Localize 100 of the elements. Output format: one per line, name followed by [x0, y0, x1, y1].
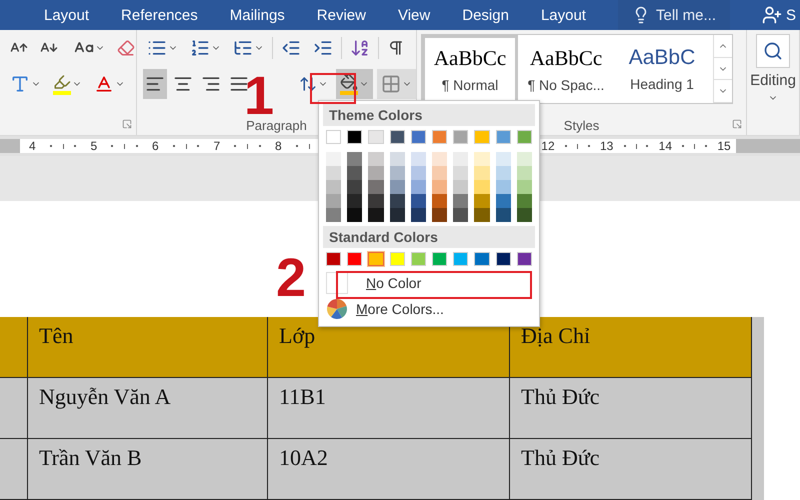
color-swatch[interactable] — [432, 194, 448, 208]
color-swatch[interactable] — [410, 208, 426, 222]
color-swatch[interactable] — [410, 252, 426, 266]
color-swatch[interactable] — [347, 180, 362, 194]
dialog-launcher-icon[interactable] — [732, 119, 742, 129]
color-swatch[interactable] — [474, 208, 490, 222]
color-swatch[interactable] — [516, 194, 532, 208]
no-color-option[interactable]: No Color — [366, 275, 422, 291]
color-swatch[interactable] — [390, 180, 405, 194]
color-swatch[interactable] — [326, 166, 342, 180]
color-swatch[interactable] — [326, 194, 342, 208]
ruler-marker — [736, 139, 800, 153]
share-button[interactable]: S — [762, 5, 800, 25]
color-swatch[interactable] — [453, 194, 468, 208]
color-swatch[interactable] — [432, 252, 448, 266]
color-swatch[interactable] — [368, 194, 384, 208]
color-swatch[interactable] — [496, 194, 511, 208]
table-cell: 11B1 — [268, 378, 510, 439]
color-swatch[interactable] — [368, 252, 384, 266]
color-swatch[interactable] — [496, 252, 511, 266]
color-swatch[interactable] — [347, 194, 362, 208]
more-colors-option[interactable]: More Colors... — [356, 301, 444, 317]
color-swatch[interactable] — [390, 152, 405, 166]
color-swatch[interactable] — [410, 130, 426, 144]
color-swatch[interactable] — [453, 252, 468, 266]
color-swatch[interactable] — [326, 252, 342, 266]
color-swatch[interactable] — [326, 130, 342, 144]
color-swatch[interactable] — [368, 180, 384, 194]
color-swatch[interactable] — [368, 152, 384, 166]
color-swatch[interactable] — [516, 130, 532, 144]
table-cell: Thủ Đức — [510, 439, 752, 500]
color-swatch[interactable] — [432, 130, 448, 144]
color-swatch[interactable] — [453, 152, 468, 166]
color-swatch[interactable] — [496, 166, 511, 180]
color-swatch[interactable] — [474, 252, 490, 266]
color-swatch[interactable] — [410, 194, 426, 208]
color-swatch[interactable] — [432, 208, 448, 222]
color-swatch[interactable] — [453, 130, 468, 144]
color-swatch[interactable] — [368, 130, 384, 144]
color-swatch[interactable] — [474, 180, 490, 194]
color-swatch[interactable] — [474, 152, 490, 166]
borders-button[interactable] — [377, 69, 416, 99]
color-swatch[interactable] — [390, 208, 405, 222]
color-swatch[interactable] — [516, 180, 532, 194]
ribbon-tab[interactable]: Mailings — [230, 4, 285, 26]
color-swatch[interactable] — [453, 166, 468, 180]
color-swatch[interactable] — [496, 152, 511, 166]
ribbon-tab[interactable]: References — [121, 4, 198, 26]
column-header: Tên — [28, 317, 268, 378]
ribbon-tab[interactable]: Review — [316, 4, 366, 26]
color-swatch[interactable] — [496, 208, 511, 222]
color-swatch[interactable] — [453, 208, 468, 222]
color-swatch[interactable] — [390, 166, 405, 180]
ribbon-tab[interactable]: Layout — [540, 4, 586, 26]
ruler-number: 13 — [600, 139, 614, 153]
color-swatch[interactable] — [474, 194, 490, 208]
dialog-launcher-icon[interactable] — [122, 119, 132, 129]
color-swatch[interactable] — [347, 208, 362, 222]
color-swatch[interactable] — [326, 180, 342, 194]
color-swatch[interactable] — [474, 130, 490, 144]
color-swatch[interactable] — [390, 194, 405, 208]
color-swatch[interactable] — [432, 152, 448, 166]
color-swatch[interactable] — [390, 130, 405, 144]
color-swatch[interactable] — [347, 152, 362, 166]
color-swatch[interactable] — [368, 208, 384, 222]
color-swatch[interactable] — [516, 208, 532, 222]
color-wheel-icon — [326, 298, 348, 320]
color-swatch[interactable] — [516, 152, 532, 166]
color-swatch[interactable] — [453, 180, 468, 194]
color-swatch[interactable] — [326, 208, 342, 222]
ruler-number: 14 — [658, 139, 672, 153]
color-swatch[interactable] — [516, 252, 532, 266]
ribbon-tab[interactable]: Design — [462, 4, 509, 26]
color-swatch[interactable] — [326, 152, 342, 166]
color-swatch[interactable] — [474, 166, 490, 180]
color-swatch[interactable] — [368, 166, 384, 180]
highlighter-icon — [53, 73, 71, 95]
color-swatch[interactable] — [347, 166, 362, 180]
style-option[interactable]: AaBbC Heading 1 — [614, 35, 710, 103]
color-swatch[interactable] — [432, 166, 448, 180]
color-swatch[interactable] — [390, 252, 405, 266]
ribbon-tab[interactable]: View — [398, 4, 430, 26]
table-cell: Nguyễn Văn A — [28, 378, 268, 439]
tell-me-field[interactable]: Tell me... — [618, 0, 730, 30]
color-swatch[interactable] — [496, 180, 511, 194]
color-swatch[interactable] — [410, 152, 426, 166]
color-swatch[interactable] — [347, 130, 362, 144]
editing-button[interactable]: Editing — [747, 30, 799, 103]
shading-button[interactable] — [336, 69, 373, 99]
color-swatch[interactable] — [432, 180, 448, 194]
color-swatch[interactable] — [496, 130, 511, 144]
align-left-button[interactable] — [143, 69, 167, 99]
style-option[interactable]: AaBbCc ¶ No Spac... — [518, 35, 614, 103]
color-swatch[interactable] — [410, 166, 426, 180]
color-swatch[interactable] — [347, 252, 362, 266]
ribbon-tab[interactable]: Layout — [44, 4, 90, 26]
menu-heading: Theme Colors — [323, 104, 535, 126]
line-spacing-icon — [299, 75, 317, 93]
color-swatch[interactable] — [410, 180, 426, 194]
color-swatch[interactable] — [516, 166, 532, 180]
